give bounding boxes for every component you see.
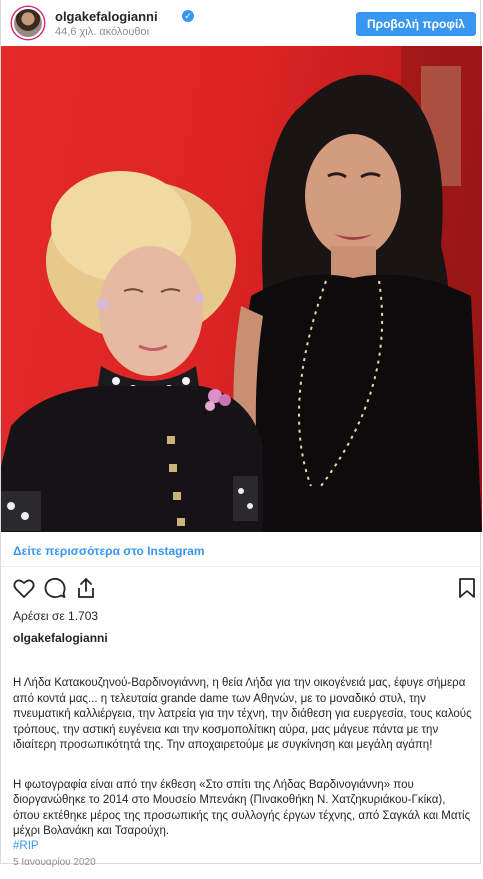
- instagram-embed-card: olgakefalogianni ✓ 44,6 χιλ. ακόλουθοι Π…: [0, 0, 482, 868]
- post-timestamp[interactable]: 5 Ιανουαρίου 2020: [13, 857, 96, 868]
- caption-username[interactable]: olgakefalogianni: [13, 631, 108, 645]
- share-icon[interactable]: [74, 576, 98, 600]
- post-caption: Η Λήδα Κατακουζηνού-Βαρδινογιάννη, η θεί…: [13, 661, 475, 879]
- caption-paragraph: Η φωτογραφία είναι από την έκθεση «Στο σ…: [13, 778, 475, 855]
- post-photo[interactable]: [1, 46, 482, 532]
- follower-count: 44,6 χιλ. ακόλουθοι: [55, 26, 150, 38]
- caption-paragraph: Η Λήδα Κατακουζηνού-Βαρδινογιάννη, η θεί…: [13, 677, 472, 752]
- caption-paragraph-text: Η φωτογραφία είναι από την έκθεση «Στο σ…: [13, 778, 471, 838]
- bookmark-icon[interactable]: [455, 576, 479, 600]
- profile-avatar[interactable]: [12, 7, 44, 39]
- heart-icon[interactable]: [12, 576, 36, 600]
- comment-icon[interactable]: [43, 576, 67, 600]
- like-count[interactable]: Αρέσει σε 1.703: [13, 609, 98, 623]
- header-username[interactable]: olgakefalogianni: [55, 9, 158, 24]
- divider: [1, 566, 482, 567]
- hashtag-link[interactable]: #RIP: [13, 840, 39, 852]
- verified-badge-icon: ✓: [182, 10, 194, 22]
- view-more-on-instagram-link[interactable]: Δείτε περισσότερα στο Instagram: [13, 544, 205, 558]
- photo-illustration: [1, 46, 482, 532]
- post-header: olgakefalogianni ✓ 44,6 χιλ. ακόλουθοι Π…: [1, 0, 482, 46]
- view-profile-button[interactable]: Προβολή προφίλ: [356, 12, 476, 36]
